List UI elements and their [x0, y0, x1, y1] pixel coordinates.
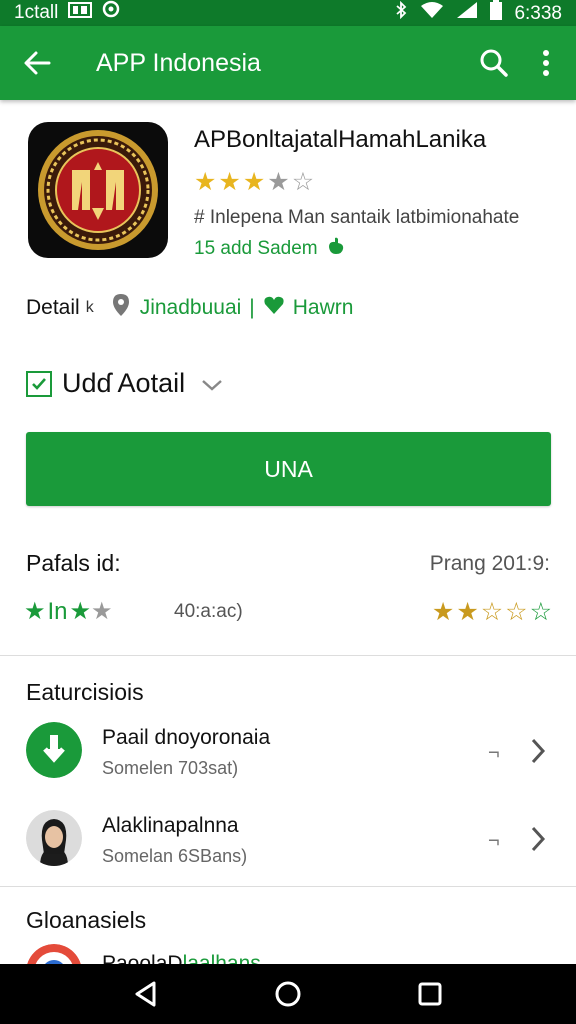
heart-icon — [263, 295, 285, 321]
chevron-down-icon[interactable] — [201, 368, 223, 399]
battery-icon — [490, 0, 503, 28]
ratings-date: Prang 201:9: — [429, 552, 550, 575]
option-label: Udɗ Aotail — [62, 368, 186, 398]
detail-suffix: k — [85, 299, 94, 316]
star-outline-icon: ☆ — [480, 598, 504, 626]
star-outline-icon: ☆ — [505, 598, 528, 626]
star-icon: ★ — [91, 598, 113, 625]
nav-back-icon[interactable] — [130, 978, 162, 1010]
app-name: APBonltajatalHamahLanika — [194, 126, 487, 153]
list-item-title: Alaklinapalnna — [102, 814, 239, 837]
section-title: Eaturcisiois — [26, 679, 144, 705]
ratings-left: ★ In ★ ★ — [24, 597, 113, 626]
system-nav-bar — [0, 964, 576, 1024]
bluetooth-icon — [394, 0, 408, 27]
nav-home-icon[interactable] — [272, 978, 304, 1010]
detail-separator: | — [249, 296, 255, 319]
chevron-right-icon[interactable] — [528, 824, 548, 854]
star-outline-icon: ☆ — [291, 168, 315, 196]
star-icon: ★ — [218, 168, 241, 196]
section-title: Gloanasiels — [26, 907, 147, 933]
divider — [0, 655, 576, 656]
star-outline-icon: ☆ — [529, 598, 552, 626]
divider — [0, 886, 576, 887]
location-pin-icon — [112, 293, 130, 323]
ratings-title: Pafals id: — [26, 550, 121, 576]
detail-label: Detail — [26, 296, 80, 319]
app-downloads: 15 add Sadem — [194, 236, 346, 262]
cell-signal-icon — [456, 1, 478, 27]
option-row[interactable]: Udɗ Aotail — [26, 368, 223, 399]
list-item-dash: ¬ — [488, 742, 500, 764]
back-arrow-icon[interactable] — [22, 48, 52, 78]
list-item-dash: ¬ — [488, 830, 500, 852]
ratings-count: 40:a:ac) — [174, 601, 243, 622]
ratings-stars-right: ★ ★ ☆ ☆ ☆ — [432, 597, 552, 627]
list-item-subtitle: Somelan 6SBans) — [102, 846, 248, 866]
ratings-left-text: In — [47, 597, 68, 625]
hand-icon — [326, 236, 346, 262]
option-checkbox[interactable] — [26, 370, 52, 397]
status-bar: 1ctall 6:338 — [0, 0, 576, 26]
app-icon-logo — [28, 122, 168, 258]
install-button[interactable]: UNA — [26, 432, 551, 506]
location-link[interactable]: Jinadbuuai — [140, 296, 242, 320]
star-icon: ★ — [242, 168, 266, 196]
wishlist-link[interactable]: Hawrn — [293, 296, 354, 320]
detail-row: Detail k Jinadbuuai | Hawrn — [26, 293, 353, 323]
star-icon: ★ — [194, 168, 217, 196]
app-bar: APP Indonesia — [0, 26, 576, 100]
download-icon — [26, 722, 82, 778]
sync-icon — [102, 0, 120, 26]
avatar — [26, 810, 82, 866]
nav-recents-icon[interactable] — [414, 978, 446, 1010]
app-rating-stars: ★ ★ ★ ★ ☆ — [194, 168, 314, 196]
notification-icon — [68, 0, 93, 26]
star-icon: ★ — [24, 598, 46, 625]
list-item-subtitle: Somelen 703sat) — [102, 758, 239, 778]
wifi-icon — [420, 1, 444, 27]
ratings-row: ★ In ★ ★ 40:a:ac) ★ ★ ☆ ☆ ☆ — [24, 597, 552, 629]
list-item[interactable]: Paail dnoyoronaia Somelen 703sat) ¬ — [0, 712, 576, 792]
search-icon[interactable] — [478, 47, 510, 79]
list-item[interactable]: Alaklinapalnna Somelan 6SBans) ¬ — [0, 800, 576, 880]
app-downloads-text: 15 add Sadem — [194, 238, 318, 259]
star-icon: ★ — [456, 598, 479, 626]
star-icon: ★ — [431, 598, 455, 626]
carrier-text: 1ctall — [14, 2, 59, 23]
clock-time: 6:338 — [514, 3, 562, 24]
chevron-right-icon[interactable] — [528, 736, 548, 766]
more-vert-icon[interactable] — [534, 47, 558, 79]
star-icon: ★ — [69, 598, 92, 625]
app-subtitle: # Inlepena Man santaik latbimionahate — [194, 207, 520, 228]
list-item-title: Paail dnoyoronaia — [102, 726, 271, 749]
star-icon: ★ — [267, 168, 290, 196]
page-title: APP Indonesia — [96, 49, 261, 77]
